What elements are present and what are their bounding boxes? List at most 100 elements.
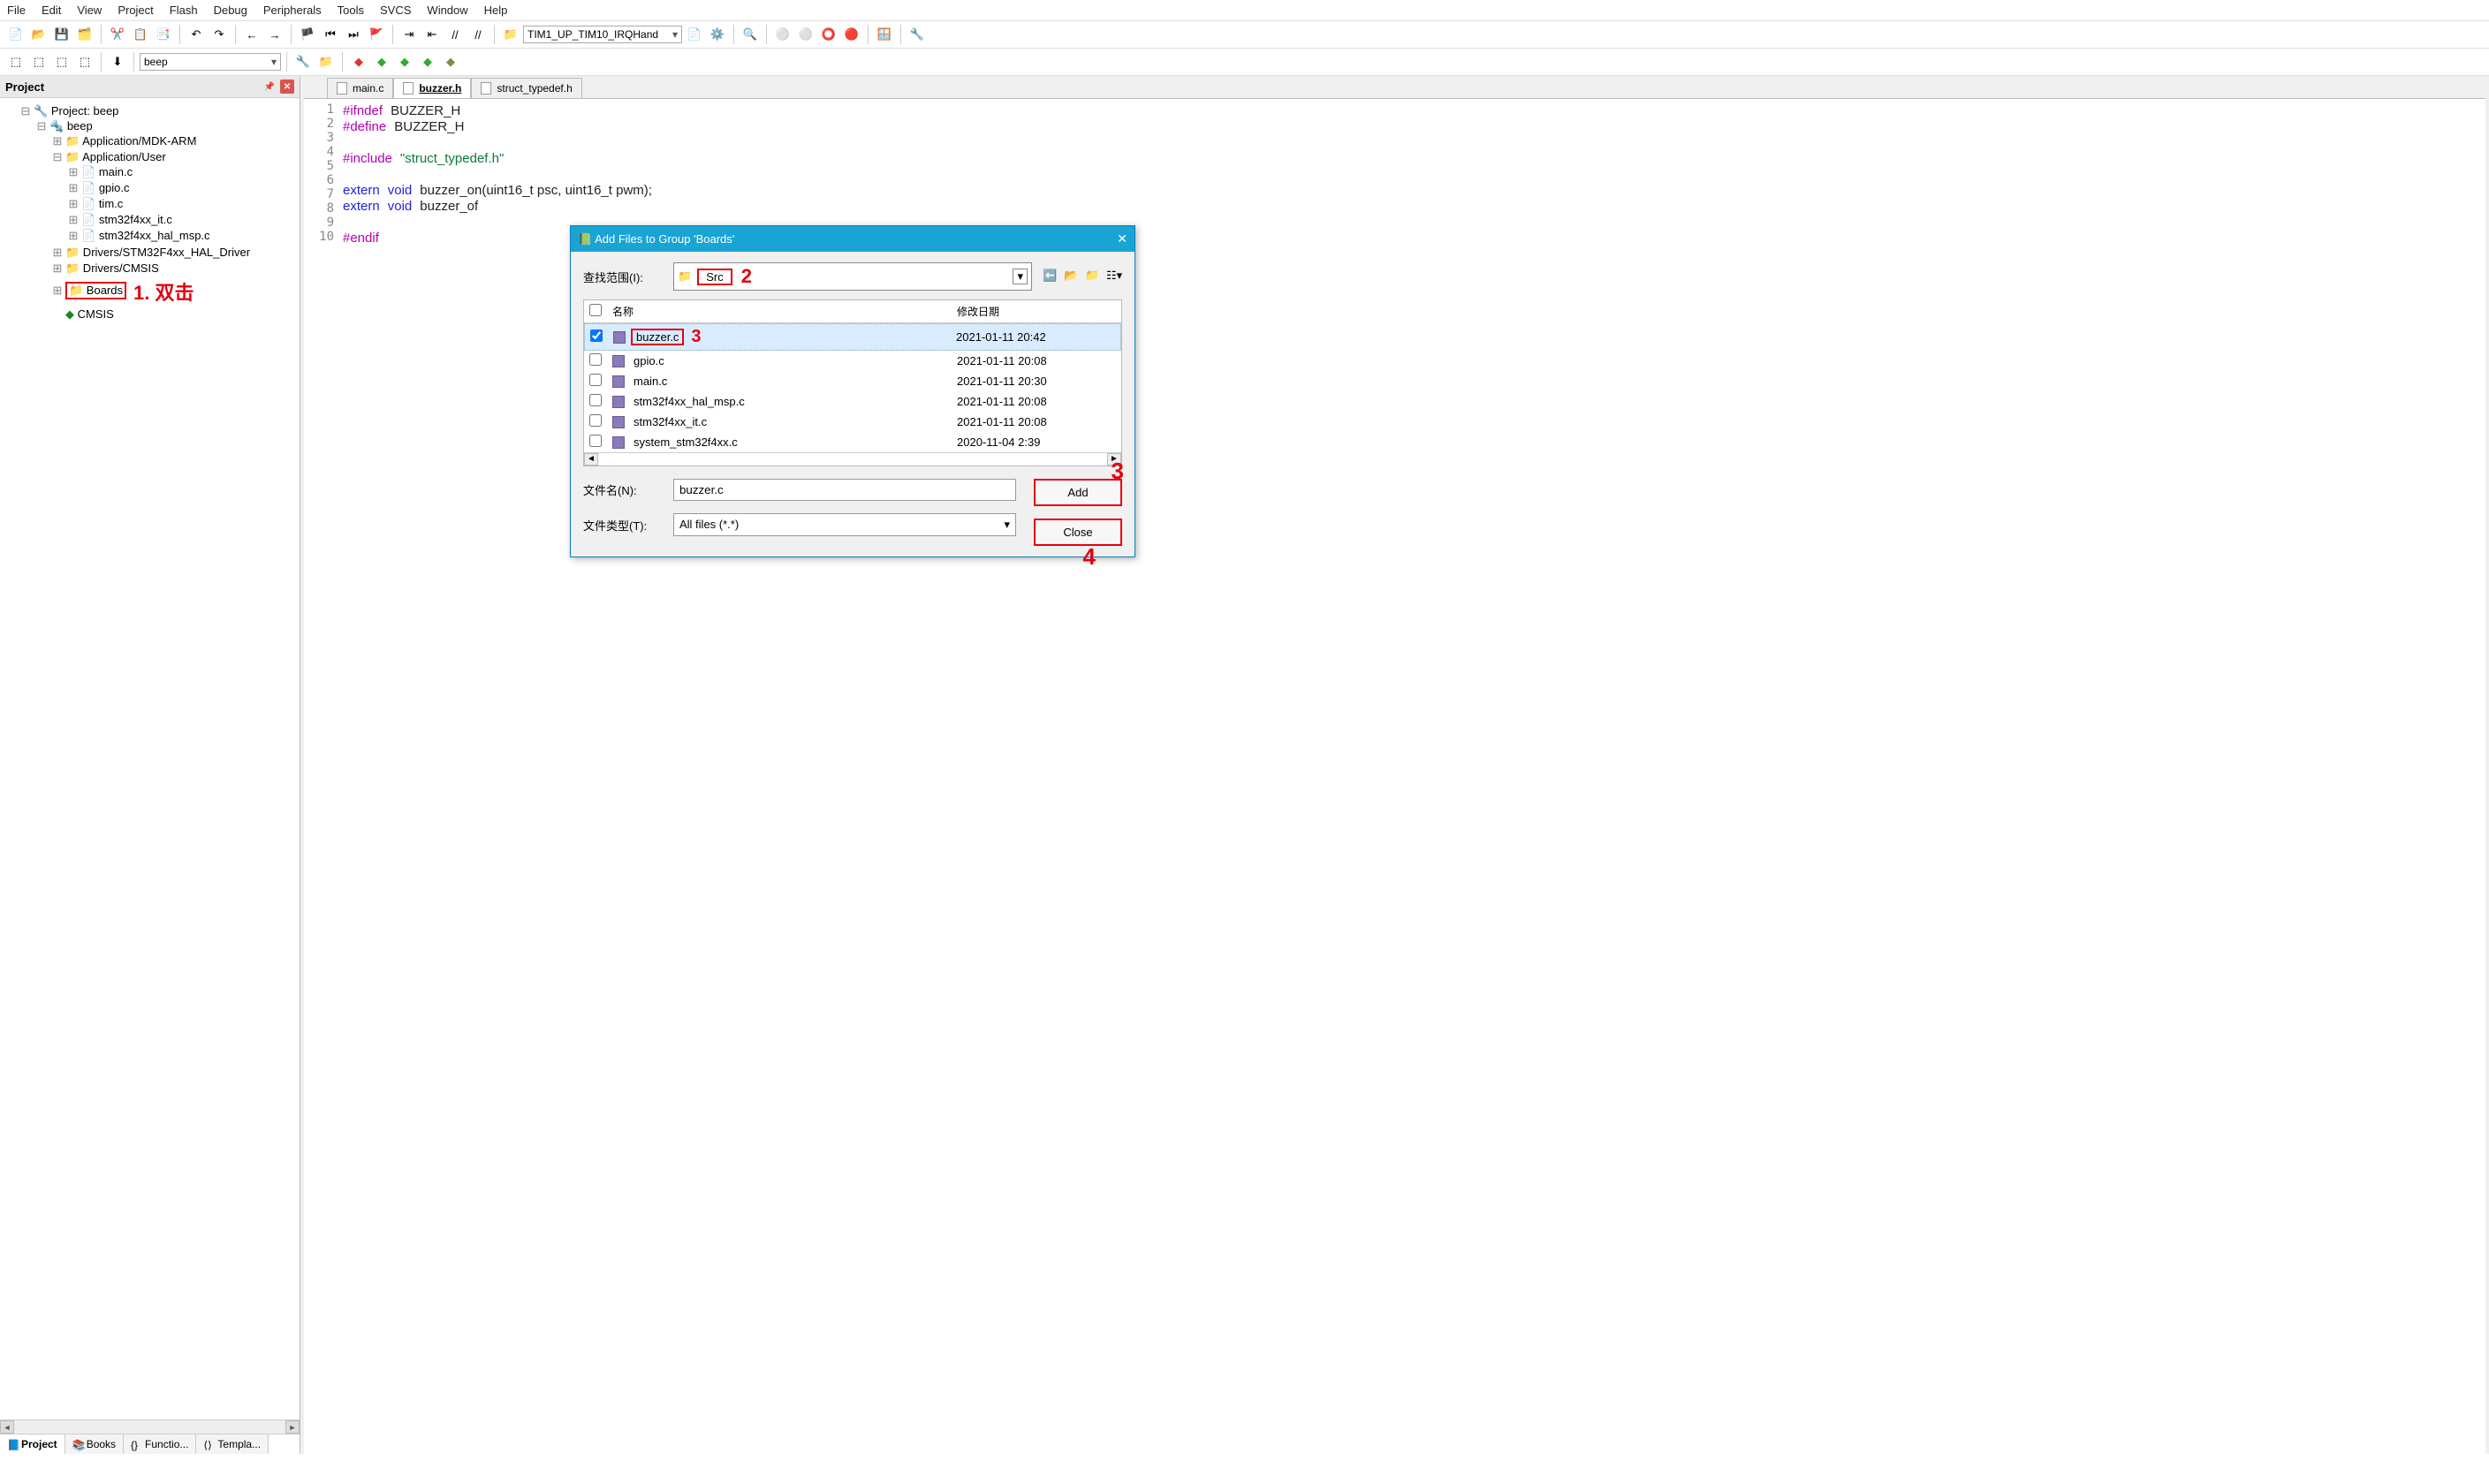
col-date[interactable]: 修改日期 — [957, 304, 1116, 319]
breakpoint2-icon[interactable]: ⚪ — [795, 24, 816, 45]
batch-icon[interactable]: ⬚ — [51, 51, 72, 72]
group-3[interactable]: 📁 Drivers/CMSIS — [65, 261, 159, 275]
bottom-tab-2[interactable]: {}Functio... — [124, 1435, 196, 1454]
file-main.c[interactable]: main.c — [99, 165, 133, 178]
col-name[interactable]: 名称 — [612, 304, 957, 319]
stop-build-icon[interactable]: ⬚ — [74, 51, 95, 72]
config-icon[interactable]: ⚙️ — [707, 24, 728, 45]
back-folder-icon[interactable]: ⬅️ — [1043, 269, 1059, 284]
doc-icon[interactable]: 📄 — [684, 24, 705, 45]
menu-svcs[interactable]: SVCS — [380, 4, 411, 17]
folder-icon[interactable]: 📁 — [500, 24, 521, 45]
target-combo[interactable]: beep — [140, 53, 281, 71]
window-icon[interactable]: 🪟 — [874, 24, 895, 45]
menu-debug[interactable]: Debug — [214, 4, 247, 17]
breakpoint-disable-icon[interactable]: ⭕ — [818, 24, 839, 45]
filetype-select[interactable]: All files (*.*)▾ — [673, 513, 1016, 536]
file-checkbox-3[interactable] — [589, 394, 602, 406]
file-stm32f4xx_it.c[interactable]: stm32f4xx_it.c — [99, 213, 172, 226]
forward-icon[interactable]: → — [264, 24, 285, 45]
file-row-2[interactable]: main.c 2021-01-11 20:30 — [584, 371, 1121, 391]
group-1[interactable]: 📁 Application/User — [65, 150, 166, 163]
pin-icon[interactable]: 📌 — [262, 80, 277, 94]
sidebar-hscroll[interactable]: ◄► — [0, 1420, 300, 1434]
file-row-1[interactable]: gpio.c 2021-01-11 20:08 — [584, 351, 1121, 371]
cut-icon[interactable]: ✂️ — [107, 24, 128, 45]
target-node[interactable]: beep — [67, 119, 93, 132]
undo-icon[interactable]: ↶ — [186, 24, 207, 45]
bookmark-icon[interactable]: 🏴 — [297, 24, 318, 45]
menu-tools[interactable]: Tools — [338, 4, 364, 17]
bookmark-prev-icon[interactable]: ⏮ — [320, 24, 341, 45]
menu-view[interactable]: View — [77, 4, 102, 17]
close-button[interactable]: Close — [1034, 519, 1122, 546]
project-tree[interactable]: ⊟🔧 Project: beep ⊟🔩 beep ⊞📁 Application/… — [0, 98, 300, 1420]
group-0[interactable]: 📁 Application/MDK-ARM — [65, 134, 196, 148]
file-gpio.c[interactable]: gpio.c — [99, 181, 130, 194]
find-combo[interactable]: TIM1_UP_TIM10_IRQHand — [523, 26, 682, 43]
file-row-3[interactable]: stm32f4xx_hal_msp.c 2021-01-11 20:08 — [584, 391, 1121, 412]
menu-flash[interactable]: Flash — [170, 4, 198, 17]
view-menu-icon[interactable]: ☷▾ — [1106, 269, 1122, 284]
options-icon[interactable]: 🔧 — [292, 51, 314, 72]
menu-edit[interactable]: Edit — [42, 4, 61, 17]
indent-icon[interactable]: ⇥ — [398, 24, 420, 45]
up-folder-icon[interactable]: 📂 — [1064, 269, 1080, 284]
save-icon[interactable]: 💾 — [51, 24, 72, 45]
download-icon[interactable]: ⬇ — [107, 51, 128, 72]
look-in-combo[interactable]: 📁 Src 2 ▾ — [673, 262, 1032, 291]
new-folder-icon[interactable]: 📁 — [1085, 269, 1101, 284]
tab-buzzer.h[interactable]: buzzer.h — [393, 78, 471, 98]
wrench-icon[interactable]: 🔧 — [907, 24, 928, 45]
file-stm32f4xx_hal_msp.c[interactable]: stm32f4xx_hal_msp.c — [99, 229, 210, 242]
file-checkbox-1[interactable] — [589, 353, 602, 366]
file-list[interactable]: 名称 修改日期 buzzer.c3 2021-01-11 20:42 gpio.… — [583, 299, 1122, 466]
open-icon[interactable]: 📂 — [28, 24, 49, 45]
menu-peripherals[interactable]: Peripherals — [263, 4, 322, 17]
menu-project[interactable]: Project — [118, 4, 153, 17]
project-root[interactable]: Project: beep — [51, 104, 119, 117]
file-checkbox-2[interactable] — [589, 374, 602, 386]
block2-icon[interactable]: ◆ — [371, 51, 392, 72]
select-all-checkbox[interactable] — [589, 304, 602, 316]
bookmark-clear-icon[interactable]: 🚩 — [366, 24, 387, 45]
dialog-titlebar[interactable]: 📗 Add Files to Group 'Boards' ✕ — [571, 226, 1134, 252]
comment-icon[interactable]: // — [444, 24, 466, 45]
filename-input[interactable] — [673, 479, 1016, 501]
uncomment-icon[interactable]: // — [467, 24, 489, 45]
build-icon[interactable]: ⬚ — [5, 51, 27, 72]
file-tim.c[interactable]: tim.c — [99, 197, 123, 210]
debug-icon[interactable]: 🔍 — [740, 24, 761, 45]
back-icon[interactable]: ← — [241, 24, 262, 45]
file-checkbox-5[interactable] — [589, 435, 602, 447]
block4-icon[interactable]: ◆ — [417, 51, 438, 72]
bottom-tab-0[interactable]: 📘Project — [0, 1435, 65, 1454]
file-checkbox-0[interactable] — [590, 329, 603, 342]
redo-icon[interactable]: ↷ — [209, 24, 230, 45]
bookmark-next-icon[interactable]: ⏭ — [343, 24, 364, 45]
breakpoint-icon[interactable]: ⚪ — [772, 24, 793, 45]
file-row-5[interactable]: system_stm32f4xx.c 2020-11-04 2:39 — [584, 432, 1121, 452]
dialog-close-icon[interactable]: ✕ — [1117, 231, 1127, 246]
block3-icon[interactable]: ◆ — [394, 51, 415, 72]
bottom-tab-1[interactable]: 📚Books — [65, 1435, 124, 1454]
file-row-4[interactable]: stm32f4xx_it.c 2021-01-11 20:08 — [584, 412, 1121, 432]
block1-icon[interactable]: ◆ — [348, 51, 369, 72]
bottom-tab-3[interactable]: ⟨⟩Templa... — [196, 1435, 269, 1454]
rebuild-icon[interactable]: ⬚ — [28, 51, 49, 72]
file-row-0[interactable]: buzzer.c3 2021-01-11 20:42 — [584, 323, 1121, 351]
new-icon[interactable]: 📄 — [5, 24, 27, 45]
copy-icon[interactable]: 📋 — [130, 24, 151, 45]
tab-struct_typedef.h[interactable]: struct_typedef.h — [471, 78, 581, 98]
menu-window[interactable]: Window — [427, 4, 467, 17]
menu-help[interactable]: Help — [484, 4, 508, 17]
menu-file[interactable]: File — [7, 4, 26, 17]
chevron-down-icon[interactable]: ▾ — [1013, 269, 1028, 284]
group-2[interactable]: 📁 Drivers/STM32F4xx_HAL_Driver — [65, 246, 250, 259]
group-4[interactable]: 📁 Boards1. 双击 — [65, 284, 194, 297]
manage-icon[interactable]: 📁 — [315, 51, 337, 72]
file-checkbox-4[interactable] — [589, 414, 602, 427]
outdent-icon[interactable]: ⇤ — [421, 24, 443, 45]
add-button[interactable]: Add — [1034, 479, 1122, 506]
tab-main.c[interactable]: main.c — [327, 78, 393, 98]
